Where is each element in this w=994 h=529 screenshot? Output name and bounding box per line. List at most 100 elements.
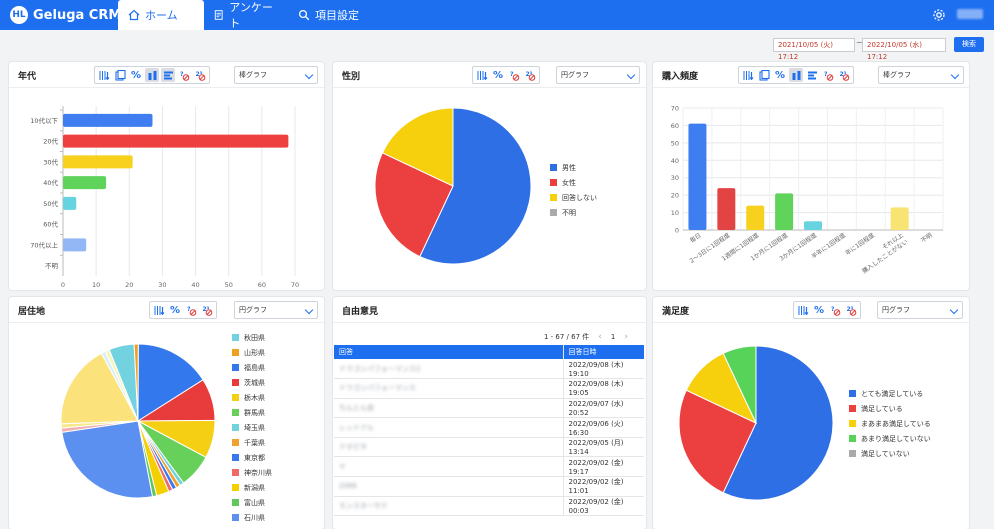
legend-label: あまり満足していない (861, 434, 931, 443)
hide-unknown-icon[interactable]: ? (828, 303, 842, 317)
legend-item[interactable]: 回答しない (550, 190, 597, 205)
residence-chart-type-select[interactable]: 円グラフ (234, 301, 318, 319)
percent-icon[interactable]: % (168, 303, 182, 317)
legend-item[interactable]: まあまあ満足している (849, 416, 931, 431)
legend-item[interactable]: 女性 (550, 175, 597, 190)
copy-icon[interactable] (113, 68, 127, 82)
legend-item[interactable]: 男性 (550, 160, 597, 175)
column-header-answer[interactable]: 回答 (334, 345, 563, 359)
legend-item[interactable]: 福島県 (232, 360, 272, 375)
prev-page-icon[interactable]: ‹ (598, 332, 602, 342)
hide-zero-icon[interactable]: 2³ (837, 68, 851, 82)
age-chart-type-select[interactable]: 棒グラフ (234, 66, 318, 84)
sort-icon[interactable] (741, 68, 755, 82)
bar (804, 221, 822, 230)
legend-swatch (550, 194, 557, 201)
date-to-input[interactable]: 2022/10/05 (水) 17:12 (862, 38, 946, 61)
legend-item[interactable]: 満足していない (849, 446, 931, 461)
hide-zero-icon[interactable]: 2³ (523, 68, 537, 82)
copy-icon[interactable] (757, 68, 771, 82)
legend-item[interactable]: 埼玉県 (232, 420, 272, 435)
sort-icon[interactable] (796, 303, 810, 317)
top-navigation-bar: HL Geluga CRM ホーム アンケート 項目設定 (0, 0, 994, 30)
residence-legend: 秋田県山形県福島県 茨城県 栃木県群馬県埼玉県 千葉県 東京都 神奈川県 新潟県 富山県 石川県 (232, 330, 272, 525)
table-row[interactable]: 2066 2022/09/02 (金) 11:01 (334, 476, 644, 497)
vertical-bar-icon[interactable] (145, 68, 159, 82)
legend-label: 不明 (562, 208, 576, 217)
legend-item[interactable]: 東京都 (232, 450, 272, 465)
gender-chart-type-select[interactable]: 円グラフ (556, 66, 640, 84)
y-tick-label: 50 (671, 139, 679, 147)
date-from-input[interactable]: 2021/10/05 (火) 17:12 (773, 38, 855, 61)
table-row[interactable]: ドラゴンパフォーマンス 2022/09/08 (木) 19:05 (334, 378, 644, 399)
percent-icon[interactable]: % (773, 68, 787, 82)
legend-swatch (232, 514, 239, 521)
hide-zero-icon[interactable]: 2³ (844, 303, 858, 317)
hide-unknown-icon[interactable]: ? (821, 68, 835, 82)
y-tick-label: 70 (671, 105, 679, 113)
percent-icon[interactable]: % (129, 68, 143, 82)
horizontal-bar-icon[interactable] (805, 68, 819, 82)
legend-swatch (232, 409, 239, 416)
legend-item[interactable]: 満足している (849, 401, 931, 416)
answer-cell: ドラゴンパフォーマンス2 (334, 359, 563, 380)
tab-home[interactable]: ホーム (118, 0, 204, 30)
legend-item[interactable]: 秋田県 (232, 330, 272, 345)
next-page-icon[interactable]: › (624, 332, 628, 342)
sort-icon[interactable] (152, 303, 166, 317)
gear-icon[interactable] (932, 8, 946, 22)
legend-item[interactable]: 新潟県 (232, 480, 272, 495)
percent-icon[interactable]: % (812, 303, 826, 317)
legend-item[interactable]: 茨城県 (232, 375, 272, 390)
percent-icon[interactable]: % (491, 68, 505, 82)
vertical-bar-icon[interactable] (789, 68, 803, 82)
legend-label: 群馬県 (244, 408, 265, 417)
hide-unknown-icon[interactable]: ? (507, 68, 521, 82)
frequency-chart-type-select[interactable]: 棒グラフ (878, 66, 964, 84)
x-tick-label: 10 (92, 281, 100, 288)
hide-zero-icon[interactable]: 2³ (193, 68, 207, 82)
sort-icon[interactable] (475, 68, 489, 82)
user-menu[interactable] (957, 9, 983, 19)
tab-item-settings[interactable]: 項目設定 (288, 0, 376, 30)
tab-survey-label: アンケート (229, 1, 273, 30)
legend-item[interactable]: 富山県 (232, 495, 272, 510)
legend-swatch (232, 349, 239, 356)
legend-label: 女性 (562, 178, 576, 187)
horizontal-bar-icon[interactable] (161, 68, 175, 82)
hide-unknown-icon[interactable]: ? (177, 68, 191, 82)
hide-zero-icon[interactable]: 2³ (200, 303, 214, 317)
current-page[interactable]: 1 (611, 333, 615, 341)
satisfaction-chart-type-select[interactable]: 円グラフ (877, 301, 963, 319)
legend-item[interactable]: あまり満足していない (849, 431, 931, 446)
table-row[interactable]: ヤ 2022/09/02 (金) 19:17 (334, 456, 644, 478)
legend-item[interactable]: 群馬県 (232, 405, 272, 420)
legend-label: とても満足している (861, 389, 924, 398)
legend-label: 回答しない (562, 193, 597, 202)
legend-item[interactable]: とても満足している (849, 386, 931, 401)
search-button[interactable]: 検索 (954, 37, 984, 52)
legend-label: 満足していない (861, 449, 910, 458)
legend-item[interactable]: 石川県 (232, 510, 272, 525)
table-row[interactable]: テオピネ 2022/09/05 (月) 13:14 (334, 437, 644, 458)
table-row[interactable]: レッドアル 2022/09/06 (火) 16:30 (334, 417, 644, 438)
legend-item[interactable]: 千葉県 (232, 435, 272, 450)
sort-icon[interactable] (97, 68, 111, 82)
table-row[interactable]: モンスターサテ 2022/09/02 (金) 00:03 (334, 496, 644, 517)
feedback-card-header: 自由意見 (333, 297, 646, 323)
legend-label: 山形県 (244, 348, 265, 357)
legend-item[interactable]: 不明 (550, 205, 597, 220)
x-tick-label-group: 年に1回程度 (844, 231, 876, 257)
table-row[interactable]: ドラゴンパフォーマンス2 2022/09/08 (木) 19:10 (334, 359, 644, 380)
table-row[interactable]: ちんとん良 2022/09/07 (水) 20:52 (334, 398, 644, 419)
legend-item[interactable]: 山形県 (232, 345, 272, 360)
column-header-date[interactable]: 回答日時 (562, 345, 644, 359)
app-logo[interactable]: HL Geluga CRM (10, 6, 121, 24)
legend-label: 男性 (562, 163, 576, 172)
legend-item[interactable]: 神奈川県 (232, 465, 272, 480)
hide-unknown-icon[interactable]: ? (184, 303, 198, 317)
tab-survey[interactable]: アンケート (204, 0, 286, 30)
y-tick-label: 10代以下 (30, 116, 58, 125)
residence-pie-chart (60, 343, 216, 499)
legend-item[interactable]: 栃木県 (232, 390, 272, 405)
